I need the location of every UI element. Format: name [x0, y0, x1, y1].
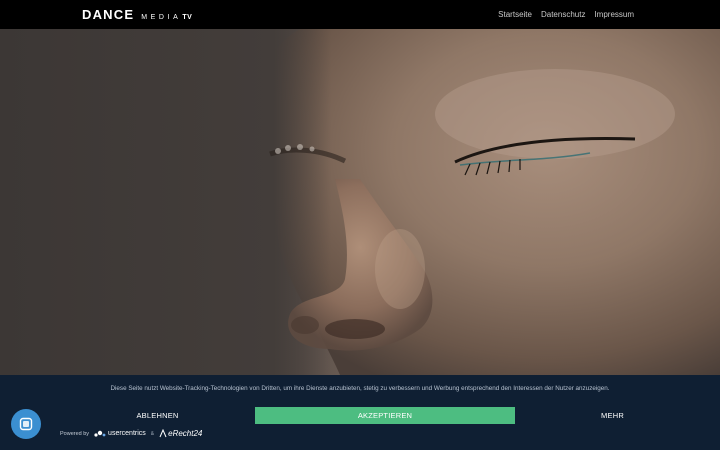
nav-datenschutz[interactable]: Datenschutz [541, 10, 585, 19]
decline-button[interactable]: ABLEHNEN [55, 407, 260, 424]
site-logo[interactable]: DANCE MEDIA TV [82, 7, 192, 22]
nav-startseite[interactable]: Startseite [498, 10, 532, 19]
logo-main: DANCE [82, 7, 135, 22]
site-header: DANCE MEDIA TV Startseite Datenschutz Im… [0, 0, 720, 29]
powered-by-label: Powered by [60, 430, 90, 437]
main-nav: Startseite Datenschutz Impressum [498, 10, 634, 19]
more-button[interactable]: MEHR [510, 407, 715, 424]
usercentrics-logo[interactable]: usercentrics [94, 430, 146, 438]
powered-by: Powered by usercentrics & eRecht24 [60, 429, 202, 438]
privacy-settings-button[interactable] [11, 409, 41, 439]
logo-tv: TV [182, 14, 193, 21]
erecht24-logo[interactable]: eRecht24 [159, 429, 202, 438]
accept-button[interactable]: AKZEPTIEREN [255, 407, 515, 424]
hero-image [0, 29, 720, 375]
usercentrics-label: usercentrics [108, 430, 146, 437]
cookie-text: Diese Seite nutzt Website-Tracking-Techn… [110, 385, 610, 392]
privacy-settings-icon [19, 417, 33, 431]
cookie-banner: Diese Seite nutzt Website-Tracking-Techn… [0, 375, 720, 450]
face-closeup-illustration [0, 29, 720, 375]
logo-sub: MEDIA [141, 14, 182, 21]
erecht24-label: eRecht24 [168, 429, 203, 438]
amp-symbol: & [150, 430, 155, 437]
erecht24-icon [159, 429, 167, 438]
nav-impressum[interactable]: Impressum [594, 10, 634, 19]
usercentrics-dots-icon [94, 430, 106, 437]
